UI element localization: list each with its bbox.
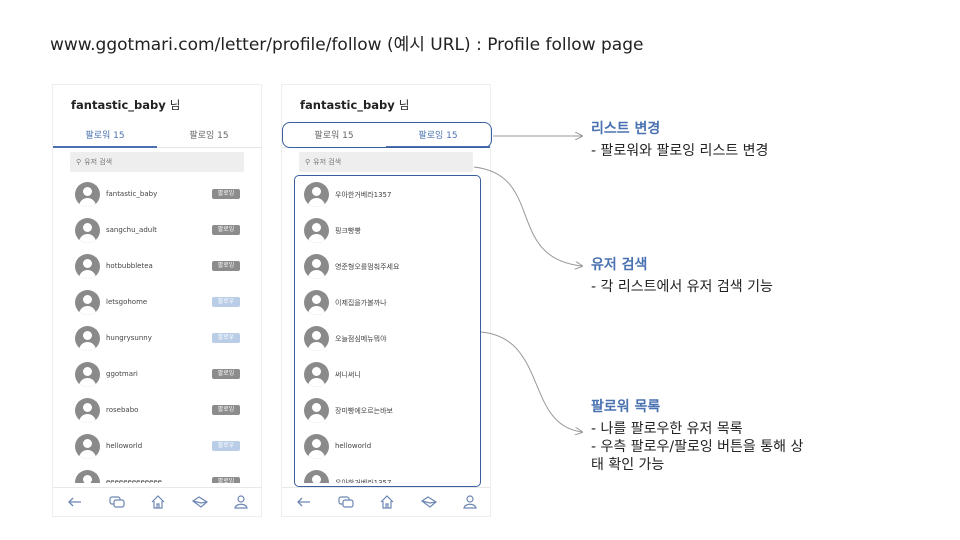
avatar[interactable] (75, 434, 100, 459)
annotation-heading: 유저 검색 (591, 257, 648, 273)
avatar[interactable] (75, 218, 100, 243)
list-item[interactable]: hungrysunny 팔로우 (53, 321, 261, 357)
list-item[interactable]: ggotmari 팔로잉 (53, 357, 261, 393)
following-button[interactable]: 팔로잉 (212, 405, 240, 415)
search-input[interactable]: ⚲ 유저 검색 (299, 152, 473, 172)
follow-button[interactable]: 팔로우 (212, 441, 240, 451)
list-item[interactable]: hotbubbletea 팔로잉 (53, 249, 261, 285)
back-arrow-icon[interactable] (295, 494, 313, 510)
honorific-suffix: 님 (169, 98, 181, 112)
avatar[interactable] (75, 362, 100, 387)
following-button[interactable]: 팔로잉 (212, 261, 240, 271)
list-item[interactable]: rosebabo 팔로잉 (53, 393, 261, 429)
follow-tabs: 팔로워 15 팔로잉 15 (53, 128, 261, 148)
annotation-line: - 각 리스트에서 유저 검색 기능 (591, 279, 773, 295)
profile-username: fantastic_baby (71, 98, 166, 112)
profile-icon[interactable] (461, 494, 479, 510)
annotation-list-switch: 리스트 변경 - 팔로워와 팔로잉 리스트 변경 (591, 118, 768, 160)
connector-search (473, 166, 582, 266)
letter-icon[interactable] (420, 494, 438, 510)
annotation-heading: 리스트 변경 (591, 121, 661, 137)
connector-list (480, 331, 582, 432)
bottom-nav (53, 487, 261, 516)
honorific-suffix: 님 (398, 98, 410, 112)
following-button[interactable]: 팔로잉 (212, 369, 240, 379)
tabs-highlight-box (282, 122, 492, 148)
search-placeholder: 유저 검색 (84, 158, 113, 166)
tab-following[interactable]: 팔로잉 15 (157, 128, 261, 148)
username: rosebabo (106, 406, 139, 414)
chat-icon[interactable] (337, 494, 355, 510)
annotation-line: - 팔로워와 팔로잉 리스트 변경 (591, 143, 769, 159)
following-button[interactable]: 팔로잉 (212, 189, 240, 199)
profile-title: fantastic_baby 님 (300, 97, 409, 113)
search-input[interactable]: ⚲ 유저 검색 (70, 152, 244, 172)
following-button[interactable]: 팔로잉 (212, 225, 240, 235)
slide: www.ggotmari.com/letter/profile/follow (… (0, 0, 960, 540)
following-button[interactable]: 팔로잉 (212, 477, 240, 483)
tab-followers[interactable]: 팔로워 15 (53, 128, 157, 148)
annotation-line: 태 확인 가능 (591, 457, 665, 473)
search-placeholder: 유저 검색 (313, 158, 342, 166)
list-item[interactable]: helloworld 팔로우 (53, 429, 261, 465)
username: fantastic_baby (106, 190, 158, 198)
avatar[interactable] (75, 254, 100, 279)
page-title: www.ggotmari.com/letter/profile/follow (… (50, 35, 644, 55)
annotation-line: - 우측 팔로우/팔로잉 버튼을 통해 상 (591, 439, 804, 455)
avatar[interactable] (75, 398, 100, 423)
follow-button[interactable]: 팔로우 (212, 333, 240, 343)
username: sangchu_adult (106, 226, 157, 234)
bottom-nav (282, 487, 490, 516)
username: helloworld (106, 442, 143, 450)
list-item[interactable]: eeeeeeeeeeeee 팔로잉 (53, 465, 261, 483)
phone-mockup-followers: fantastic_baby 님 팔로워 15 팔로잉 15 ⚲ 유저 검색 fa… (53, 85, 261, 516)
username: ggotmari (106, 370, 138, 378)
username: hungrysunny (106, 334, 152, 342)
user-list: fantastic_baby 팔로잉 sangchu_adult 팔로잉 hotbubb… (53, 177, 261, 483)
profile-icon[interactable] (232, 494, 250, 510)
profile-title: fantastic_baby 님 (71, 97, 180, 113)
username: letsgohome (106, 298, 148, 306)
annotation-follower-list: 팔로워 목록 - 나를 팔로우한 유저 목록 - 우측 팔로우/팔로잉 버튼을 … (591, 396, 803, 474)
list-item[interactable]: fantastic_baby 팔로잉 (53, 177, 261, 213)
avatar[interactable] (75, 182, 100, 207)
back-arrow-icon[interactable] (66, 494, 84, 510)
home-icon[interactable] (149, 494, 167, 510)
home-icon[interactable] (378, 494, 396, 510)
list-item[interactable]: letsgohome 팔로우 (53, 285, 261, 321)
search-icon: ⚲ (76, 158, 82, 166)
follow-button[interactable]: 팔로우 (212, 297, 240, 307)
username: eeeeeeeeeeeee (106, 478, 162, 483)
annotation-line: - 나를 팔로우한 유저 목록 (591, 421, 743, 437)
list-item[interactable]: sangchu_adult 팔로잉 (53, 213, 261, 249)
chat-icon[interactable] (108, 494, 126, 510)
profile-username: fantastic_baby (300, 98, 395, 112)
avatar[interactable] (75, 326, 100, 351)
username: hotbubbletea (106, 262, 153, 270)
avatar[interactable] (75, 290, 100, 315)
list-highlight-box (294, 175, 481, 487)
annotation-user-search: 유저 검색 - 각 리스트에서 유저 검색 기능 (591, 254, 773, 296)
avatar[interactable] (75, 470, 100, 483)
annotation-heading: 팔로워 목록 (591, 399, 661, 415)
search-icon: ⚲ (305, 158, 311, 166)
letter-icon[interactable] (191, 494, 209, 510)
